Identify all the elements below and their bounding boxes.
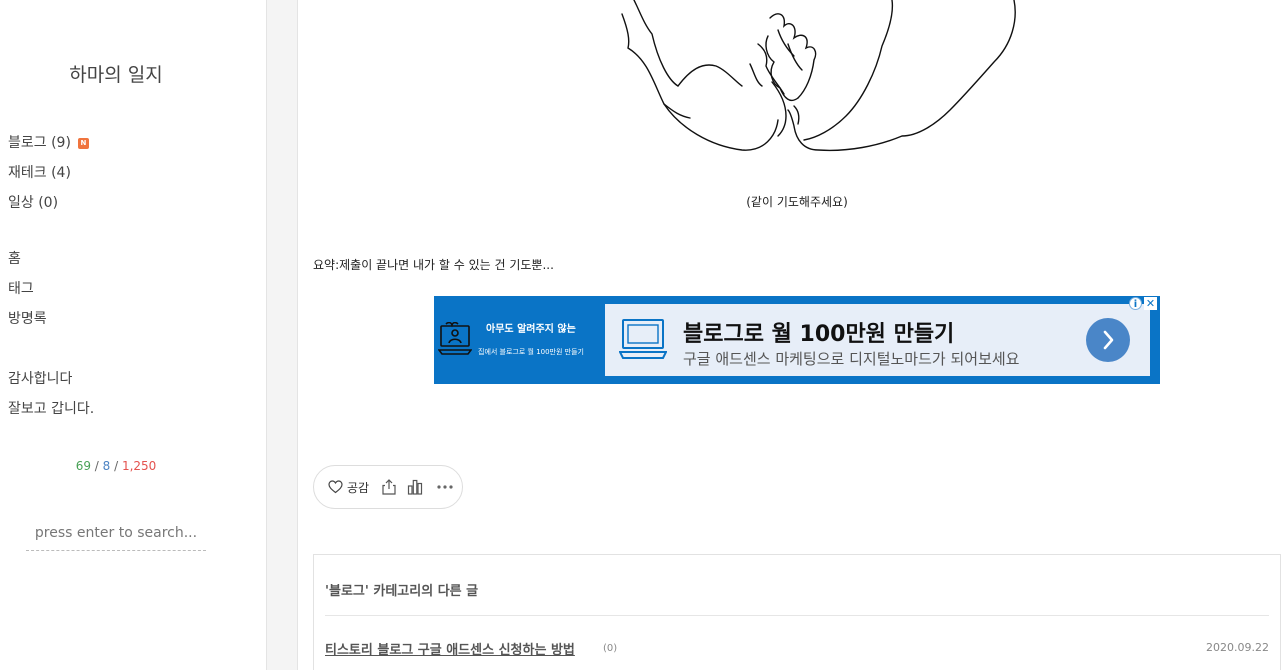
link-item-enjoyed[interactable]: 잘보고 갑니다.: [8, 394, 94, 424]
visitor-separator: /: [90, 459, 103, 473]
image-caption: (같이 기도해주세요): [746, 195, 848, 209]
link-item-thanks[interactable]: 감사합니다: [8, 364, 94, 394]
share-icon: [382, 479, 396, 495]
more-button[interactable]: [437, 485, 453, 489]
search-input[interactable]: [26, 515, 206, 550]
link-list: 감사합니다 잘보고 갑니다.: [8, 364, 94, 424]
related-post-date: 2020.09.22: [1206, 641, 1269, 654]
category-label: 블로그: [8, 135, 47, 151]
search-box: [26, 515, 206, 551]
like-label: 공감: [347, 480, 370, 495]
related-posts-title: '블로그' 카테고리의 다른 글: [325, 584, 479, 599]
blog-title[interactable]: 하마의 일지: [0, 60, 232, 87]
ad-banner[interactable]: 아무도 알려주지 않는 집에서 블로그로 월 100만원 만들기 블로그로 월 …: [434, 296, 1160, 384]
chevron-right-icon: [1103, 330, 1114, 350]
post-content: (같이 기도해주세요) 요약:제출이 끝나면 내가 할 수 있는 건 기도뿐..…: [298, 0, 1284, 670]
category-list: 블로그 (9) N 재테크 (4) 일상 (0): [8, 128, 89, 218]
more-dots-icon: [437, 485, 453, 489]
visitor-counter: 69 / 8 / 1,250: [0, 459, 232, 473]
post-summary: 요약:제출이 끝나면 내가 할 수 있는 건 기도뿐...: [313, 258, 554, 272]
sidebar: 하마의 일지 블로그 (9) N 재테크 (4) 일상 (0) 홈 태그 방명록 …: [0, 0, 266, 670]
nav-item-guestbook[interactable]: 방명록: [8, 304, 47, 334]
ad-right-panel[interactable]: 블로그로 월 100만원 만들기 구글 애드센스 마케팅으로 디지털노마드가 되…: [605, 304, 1150, 376]
visitor-today: 69: [75, 459, 91, 473]
sidebar-divider: [266, 0, 298, 670]
category-count: (9): [51, 135, 71, 151]
related-post-comment-count: (0): [603, 643, 618, 654]
stats-button[interactable]: [407, 479, 423, 495]
category-label: 일상: [8, 195, 34, 211]
ad-left-headline: 아무도 알려주지 않는: [486, 324, 576, 335]
ad-go-button[interactable]: [1086, 318, 1130, 362]
category-count: (4): [51, 165, 71, 181]
ad-headline: 블로그로 월 100만원 만들기: [683, 322, 955, 347]
hands-drawing-image: [621, 0, 1016, 152]
nav-menu: 홈 태그 방명록: [8, 244, 47, 334]
visitor-separator: /: [110, 459, 122, 473]
laptop-person-icon: [438, 322, 472, 355]
ad-choices: i ✕: [1129, 297, 1157, 310]
category-count: (0): [38, 195, 59, 211]
heart-icon: [328, 480, 343, 494]
monitor-icon: [619, 319, 667, 359]
share-button[interactable]: [381, 479, 397, 495]
category-label: 재테크: [8, 165, 47, 181]
ad-close-icon[interactable]: ✕: [1144, 297, 1157, 310]
bar-chart-icon: [407, 479, 423, 495]
category-item-daily[interactable]: 일상 (0): [8, 188, 89, 218]
reaction-bar: 공감: [313, 465, 463, 509]
category-item-investing[interactable]: 재테크 (4): [8, 158, 89, 188]
ad-left-panel[interactable]: 아무도 알려주지 않는 집에서 블로그로 월 100만원 만들기: [434, 296, 605, 384]
visitor-total: 1,250: [121, 459, 157, 473]
adchoices-icon[interactable]: i: [1129, 297, 1142, 310]
nav-item-home[interactable]: 홈: [8, 244, 47, 274]
related-post-link[interactable]: 티스토리 블로그 구글 애드센스 신청하는 방법: [325, 639, 575, 658]
like-button[interactable]: 공감: [328, 479, 369, 496]
nav-item-tags[interactable]: 태그: [8, 274, 47, 304]
divider: [325, 615, 1269, 616]
ad-subtext: 구글 애드센스 마케팅으로 디지털노마드가 되어보세요: [683, 350, 1020, 368]
category-item-blog[interactable]: 블로그 (9) N: [8, 128, 89, 158]
new-badge-icon: N: [77, 137, 89, 149]
related-posts: '블로그' 카테고리의 다른 글 티스토리 블로그 구글 애드센스 신청하는 방…: [313, 554, 1281, 670]
ad-left-subtext: 집에서 블로그로 월 100만원 만들기: [478, 348, 584, 356]
